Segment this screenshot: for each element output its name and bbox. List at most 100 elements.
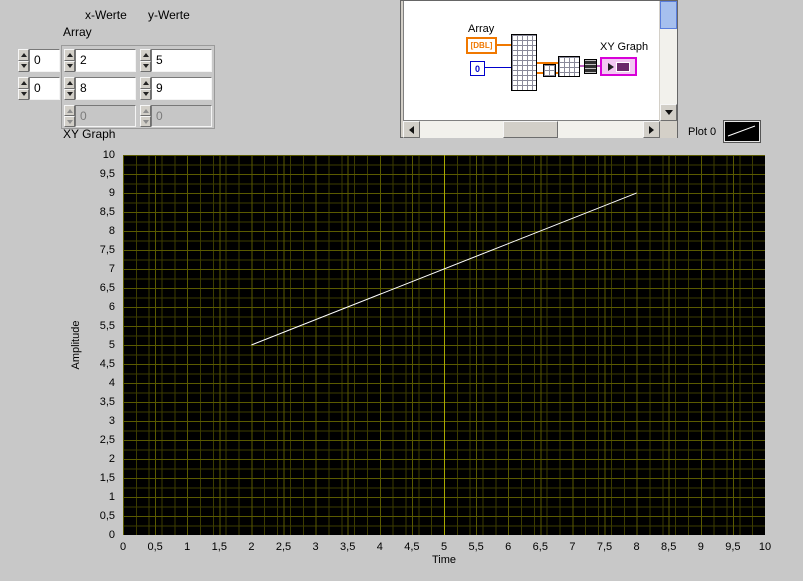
bundle-node[interactable] bbox=[558, 56, 580, 77]
numeric-field: 0 bbox=[151, 105, 212, 127]
y-value-element-2: 0 bbox=[140, 105, 212, 127]
labview-front-panel: { "front_panel": { "column_labels": { "x… bbox=[0, 0, 803, 581]
decrement-button[interactable] bbox=[64, 88, 75, 100]
x-value-element-2: 0 bbox=[64, 105, 136, 127]
up-arrow-icon bbox=[142, 52, 149, 57]
y-column-label: y-Werte bbox=[148, 8, 190, 22]
y-tick-label: 6,5 bbox=[99, 282, 115, 294]
up-arrow-icon bbox=[66, 80, 73, 85]
y-tick-label: 8 bbox=[108, 225, 115, 237]
decrement-button[interactable] bbox=[18, 60, 29, 72]
y-tick-label: 0 bbox=[108, 529, 115, 541]
plot-style-icon[interactable] bbox=[723, 120, 762, 143]
array-label: Array bbox=[63, 25, 92, 39]
decrement-button bbox=[140, 116, 151, 127]
index-spinner[interactable] bbox=[18, 77, 29, 100]
element-spinner[interactable] bbox=[64, 49, 75, 72]
numeric-field[interactable]: 9 bbox=[151, 77, 212, 100]
x-tick-label: 2,5 bbox=[275, 541, 292, 553]
y-tick-label: 0,5 bbox=[99, 510, 115, 522]
y-tick-label: 5 bbox=[108, 339, 115, 351]
y-tick-label: 2,5 bbox=[99, 434, 115, 446]
x-tick-label: 10 bbox=[758, 541, 772, 553]
element-spinner[interactable] bbox=[140, 49, 151, 72]
mini-plot-icon bbox=[615, 61, 630, 72]
y-tick-label: 4,5 bbox=[99, 358, 115, 370]
index-spinner[interactable] bbox=[18, 49, 29, 72]
up-arrow-icon bbox=[66, 52, 73, 57]
down-arrow-icon bbox=[142, 64, 149, 69]
y-tick-label: 9 bbox=[108, 187, 115, 199]
increment-button[interactable] bbox=[140, 77, 151, 89]
build-array-node[interactable] bbox=[543, 64, 556, 77]
x-tick-label: 9,5 bbox=[725, 541, 741, 553]
y-tick-label: 7 bbox=[108, 263, 115, 275]
dbl-terminal-text: [DBL] bbox=[470, 41, 493, 50]
scroll-right-button[interactable] bbox=[643, 121, 660, 138]
numeric-field[interactable]: 8 bbox=[75, 77, 136, 100]
x-tick-label: 6,5 bbox=[532, 541, 548, 553]
decrement-button[interactable] bbox=[64, 60, 75, 72]
element-spinner[interactable] bbox=[140, 77, 151, 100]
x-column-label: x-Werte bbox=[85, 8, 127, 22]
y-tick-label: 5,5 bbox=[99, 320, 115, 332]
down-arrow-icon bbox=[142, 92, 149, 97]
plot-line-svg bbox=[251, 192, 637, 346]
increment-button[interactable] bbox=[64, 77, 75, 89]
xy-graph-terminal[interactable] bbox=[600, 57, 637, 76]
y-tick-label: 4 bbox=[108, 377, 115, 389]
element-spinner bbox=[140, 105, 151, 127]
numeric-field[interactable]: 5 bbox=[151, 49, 212, 72]
vertical-scroll-thumb[interactable] bbox=[660, 1, 677, 29]
element-spinner[interactable] bbox=[64, 77, 75, 100]
y-value-element-0: 5 bbox=[140, 49, 212, 72]
x-tick-label: 7 bbox=[569, 541, 576, 553]
index-array-node[interactable] bbox=[511, 34, 537, 91]
index-wire[interactable] bbox=[485, 67, 511, 68]
down-arrow-icon bbox=[20, 64, 27, 69]
increment-button[interactable] bbox=[64, 49, 75, 61]
scroll-left-button[interactable] bbox=[403, 121, 420, 138]
bd-array-label: Array bbox=[468, 23, 495, 35]
plot-legend[interactable]: Plot 0 bbox=[688, 120, 762, 143]
decrement-button[interactable] bbox=[140, 60, 151, 72]
down-arrow-icon bbox=[66, 92, 73, 97]
numeric-constant[interactable]: 0 bbox=[470, 61, 485, 76]
x-value-element-1: 8 bbox=[64, 77, 136, 100]
down-arrow-icon bbox=[142, 119, 149, 124]
bd-xy-graph-label: XY Graph bbox=[600, 41, 649, 53]
x-tick-label: 9 bbox=[697, 541, 704, 553]
increment-button[interactable] bbox=[18, 49, 29, 61]
decrement-button[interactable] bbox=[140, 88, 151, 100]
graph-plot-area[interactable] bbox=[123, 155, 765, 535]
xy-graph-label: XY Graph bbox=[63, 127, 116, 141]
y-tick-label: 6 bbox=[108, 301, 115, 313]
index-field[interactable]: 0 bbox=[29, 77, 60, 100]
x-tick-label: 6 bbox=[505, 541, 512, 553]
wire-junction-node[interactable] bbox=[584, 59, 597, 74]
x-tick-label: 2 bbox=[248, 541, 255, 553]
scroll-down-button[interactable] bbox=[660, 104, 677, 121]
horizontal-scrollbar[interactable] bbox=[403, 121, 660, 138]
numeric-field[interactable]: 2 bbox=[75, 49, 136, 72]
decrement-button[interactable] bbox=[18, 88, 29, 100]
array-index-control-1: 0 bbox=[18, 77, 60, 100]
horizontal-scroll-thumb[interactable] bbox=[503, 121, 558, 138]
vertical-scrollbar[interactable] bbox=[660, 1, 677, 121]
increment-button[interactable] bbox=[140, 49, 151, 61]
x-tick-label: 3 bbox=[312, 541, 319, 553]
down-arrow-icon bbox=[20, 92, 27, 97]
x-tick-label: 4,5 bbox=[404, 541, 420, 553]
array-dbl-terminal[interactable]: [DBL] bbox=[466, 37, 497, 54]
increment-button[interactable] bbox=[18, 77, 29, 89]
index-field[interactable]: 0 bbox=[29, 49, 60, 72]
up-arrow-icon bbox=[142, 108, 149, 113]
x-tick-label: 8,5 bbox=[661, 541, 677, 553]
up-arrow-icon bbox=[142, 80, 149, 85]
block-diagram-canvas[interactable]: Array [DBL] 0 XY Graph bbox=[403, 1, 659, 121]
y-tick-label: 2 bbox=[108, 453, 115, 465]
array-index-control-0: 0 bbox=[18, 49, 60, 72]
down-arrow-icon bbox=[664, 110, 673, 115]
block-diagram-window: Array [DBL] 0 XY Graph bbox=[400, 0, 678, 138]
array-wire[interactable] bbox=[497, 44, 511, 46]
